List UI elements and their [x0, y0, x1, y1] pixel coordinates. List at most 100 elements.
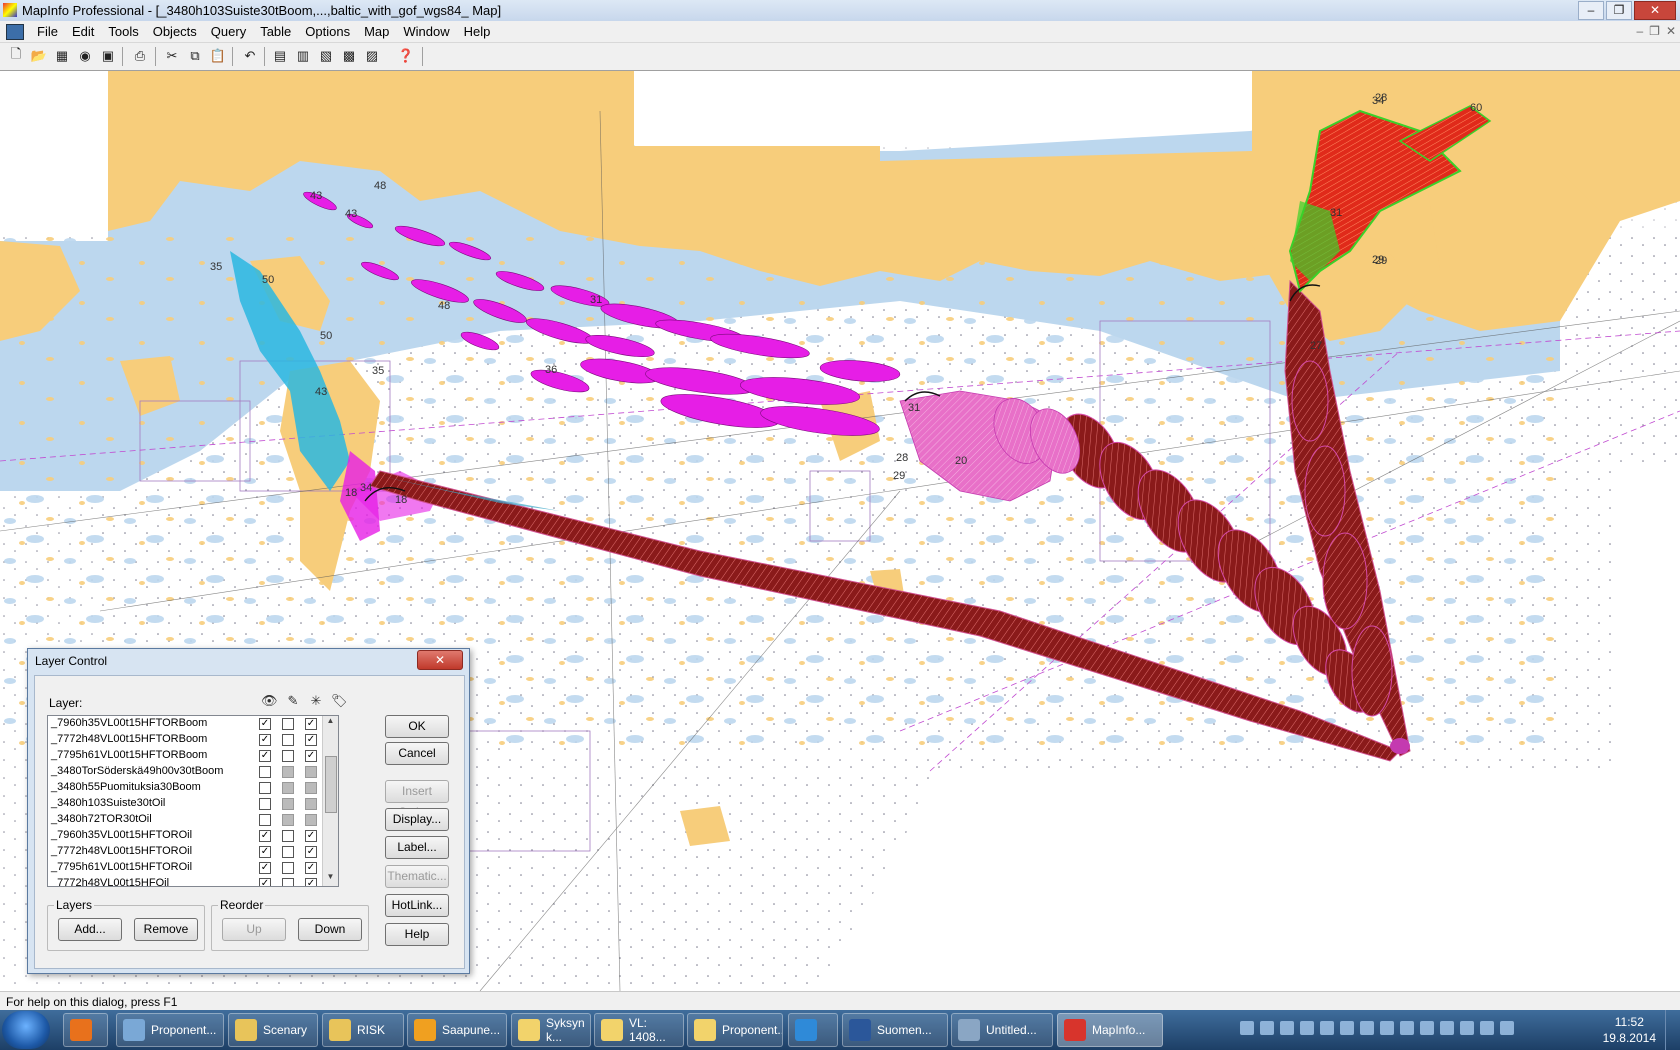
show-desktop-button[interactable]: [1665, 1010, 1680, 1050]
taskbar-item[interactable]: [63, 1013, 108, 1047]
menu-help[interactable]: Help: [457, 24, 498, 39]
shield-icon[interactable]: [1360, 1021, 1374, 1035]
office-tray-icon[interactable]: [1300, 1021, 1314, 1035]
layer-row[interactable]: _7772h48VL00t15HFTORBoom ✓ ✓: [48, 732, 338, 748]
selectable-checkbox[interactable]: [305, 782, 317, 794]
scroll-up-arrow-icon[interactable]: ▲: [323, 716, 338, 730]
insert-style-button[interactable]: Insert Style...: [385, 780, 449, 819]
copy-icon[interactable]: ⧉: [185, 46, 205, 66]
selectable-checkbox[interactable]: ✓: [305, 830, 317, 842]
hotlink-button[interactable]: HotLink...: [385, 894, 449, 917]
layer-list-scrollbar[interactable]: ▲ ▼: [322, 716, 338, 886]
editable-checkbox[interactable]: [282, 846, 294, 858]
layer-row[interactable]: _7960h35VL00t15HFTORBoom ✓ ✓: [48, 716, 338, 732]
graphics-icon[interactable]: [1400, 1021, 1414, 1035]
visible-checkbox[interactable]: [259, 766, 271, 778]
new-icon[interactable]: 🗋: [6, 46, 26, 66]
updates-icon[interactable]: [1380, 1021, 1394, 1035]
layer-row[interactable]: _3480TorSöderskä49h00v30tBoom: [48, 764, 338, 780]
visible-checkbox[interactable]: [259, 814, 271, 826]
editable-checkbox[interactable]: [282, 734, 294, 746]
editable-checkbox[interactable]: [282, 766, 294, 778]
cut-icon[interactable]: ✂: [162, 46, 182, 66]
antivirus-icon[interactable]: [1340, 1021, 1354, 1035]
layer-row[interactable]: _7772h48VL00t15HFOil ✓ ✓: [48, 876, 338, 886]
menu-file[interactable]: File: [30, 24, 65, 39]
undo-icon[interactable]: ↶: [240, 46, 260, 66]
editable-checkbox[interactable]: [282, 782, 294, 794]
move-down-button[interactable]: Down: [298, 918, 362, 941]
mdi-restore-button[interactable]: ❐: [1649, 24, 1660, 38]
open-workspace-icon[interactable]: ▦: [52, 46, 72, 66]
menu-query[interactable]: Query: [204, 24, 253, 39]
editable-checkbox[interactable]: [282, 798, 294, 810]
visible-checkbox[interactable]: ✓: [259, 878, 271, 886]
help-pointer-icon[interactable]: ❓: [396, 46, 416, 66]
editable-checkbox[interactable]: [282, 878, 294, 886]
new-graph-icon[interactable]: ▧: [316, 46, 336, 66]
editable-checkbox[interactable]: [282, 862, 294, 874]
selectable-checkbox[interactable]: ✓: [305, 878, 317, 886]
cancel-button[interactable]: Cancel: [385, 742, 449, 765]
show-hidden-icons-icon[interactable]: [1240, 1021, 1254, 1035]
new-map-icon[interactable]: ▥: [293, 46, 313, 66]
mdi-minimize-button[interactable]: –: [1636, 24, 1643, 38]
menu-edit[interactable]: Edit: [65, 24, 101, 39]
open-icon[interactable]: 📂: [29, 46, 49, 66]
visible-checkbox[interactable]: ✓: [259, 846, 271, 858]
start-button[interactable]: [2, 1011, 50, 1049]
action-center-flag-icon[interactable]: [1460, 1021, 1474, 1035]
clock-tray-icon[interactable]: [1320, 1021, 1334, 1035]
mail-tray-icon[interactable]: [1280, 1021, 1294, 1035]
taskbar-item[interactable]: Scenary: [228, 1013, 318, 1047]
layer-row[interactable]: _3480h103Suiste30tOil: [48, 796, 338, 812]
mdi-close-button[interactable]: ✕: [1666, 24, 1676, 38]
menu-options[interactable]: Options: [298, 24, 357, 39]
network-icon[interactable]: [1480, 1021, 1494, 1035]
restore-button[interactable]: ❐: [1606, 1, 1632, 20]
network-drive-icon[interactable]: [1420, 1021, 1434, 1035]
close-window-button[interactable]: ✕: [1634, 1, 1676, 20]
paste-icon[interactable]: 📋: [208, 46, 228, 66]
menu-tools[interactable]: Tools: [101, 24, 145, 39]
selectable-checkbox[interactable]: [305, 766, 317, 778]
editable-checkbox[interactable]: [282, 814, 294, 826]
document-icon[interactable]: [6, 24, 24, 40]
selectable-checkbox[interactable]: ✓: [305, 750, 317, 762]
layer-row[interactable]: _7960h35VL00t15HFTOROil ✓ ✓: [48, 828, 338, 844]
menu-table[interactable]: Table: [253, 24, 298, 39]
taskbar-item[interactable]: Suomen...: [842, 1013, 948, 1047]
layer-row[interactable]: _7795h61VL00t15HFTORBoom ✓ ✓: [48, 748, 338, 764]
visible-checkbox[interactable]: ✓: [259, 830, 271, 842]
layer-row[interactable]: _3480h55Puomituksia30Boom: [48, 780, 338, 796]
save-icon[interactable]: ▣: [98, 46, 118, 66]
minimize-button[interactable]: –: [1578, 1, 1604, 20]
print-icon[interactable]: ⎙: [130, 46, 150, 66]
display-button[interactable]: Display...: [385, 808, 449, 831]
bluetooth-icon[interactable]: [1260, 1021, 1274, 1035]
taskbar-item[interactable]: RISK: [322, 1013, 404, 1047]
menu-map[interactable]: Map: [357, 24, 396, 39]
new-browser-icon[interactable]: ▤: [270, 46, 290, 66]
taskbar-item[interactable]: Proponent...: [116, 1013, 224, 1047]
dialog-close-button[interactable]: ✕: [417, 650, 463, 670]
scroll-down-arrow-icon[interactable]: ▼: [323, 872, 338, 886]
visible-checkbox[interactable]: ✓: [259, 862, 271, 874]
editable-checkbox[interactable]: [282, 750, 294, 762]
editable-checkbox[interactable]: [282, 718, 294, 730]
taskbar-item[interactable]: VL: 1408...: [594, 1013, 684, 1047]
skype-icon[interactable]: [1440, 1021, 1454, 1035]
layer-row[interactable]: _7795h61VL00t15HFTOROil ✓ ✓: [48, 860, 338, 876]
taskbar-item[interactable]: MapInfo...: [1057, 1013, 1163, 1047]
label-button[interactable]: Label...: [385, 836, 449, 859]
menu-window[interactable]: Window: [396, 24, 456, 39]
save-workspace-icon[interactable]: ◉: [75, 46, 95, 66]
volume-icon[interactable]: [1500, 1021, 1514, 1035]
taskbar-clock[interactable]: 11:52 19.8.2014: [1603, 1014, 1656, 1046]
remove-layer-button[interactable]: Remove: [134, 918, 198, 941]
help-button[interactable]: Help: [385, 923, 449, 946]
layer-list[interactable]: _7960h35VL00t15HFTORBoom ✓ ✓ _7772h48VL00t1…: [47, 715, 339, 887]
visible-checkbox[interactable]: [259, 782, 271, 794]
selectable-checkbox[interactable]: [305, 798, 317, 810]
visible-checkbox[interactable]: ✓: [259, 734, 271, 746]
